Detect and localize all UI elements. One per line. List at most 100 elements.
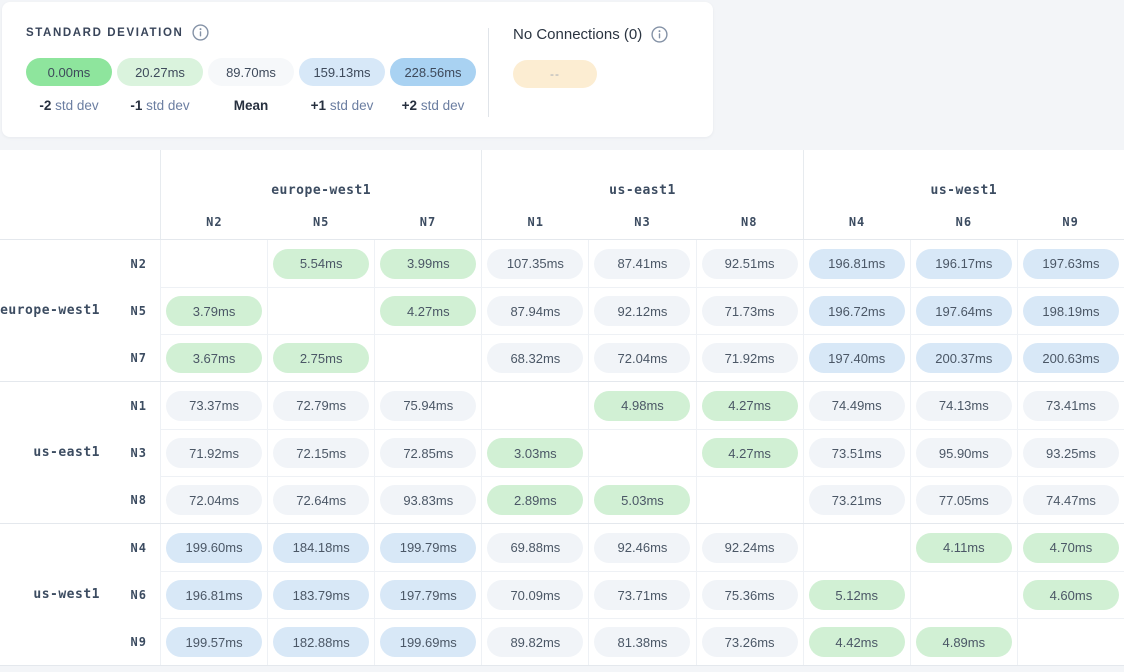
- latency-pill[interactable]: 198.19ms: [1023, 296, 1119, 326]
- latency-pill[interactable]: 73.71ms: [594, 580, 690, 610]
- latency-pill[interactable]: 196.72ms: [809, 296, 905, 326]
- latency-cell: 92.12ms: [588, 288, 695, 334]
- latency-pill[interactable]: 74.49ms: [809, 391, 905, 421]
- latency-pill[interactable]: 199.60ms: [166, 533, 262, 563]
- empty-cell: [588, 430, 695, 476]
- latency-pill[interactable]: 197.63ms: [1023, 249, 1119, 279]
- row-node-label-n1: N1: [100, 382, 160, 429]
- latency-cell: 71.73ms: [696, 288, 803, 334]
- latency-cell: 3.03ms: [481, 430, 588, 476]
- row-group-rows: N25.54ms3.99ms107.35ms87.41ms92.51ms196.…: [100, 240, 1124, 381]
- latency-pill[interactable]: 72.64ms: [273, 485, 369, 515]
- latency-pill[interactable]: 92.46ms: [594, 533, 690, 563]
- matrix-row-n1: N173.37ms 72.79ms 75.94ms 4.98ms 4.27ms 74.49…: [100, 382, 1124, 429]
- latency-pill[interactable]: 5.54ms: [273, 249, 369, 279]
- latency-cell: 182.88ms: [267, 619, 374, 665]
- row-cells: 3.67ms 2.75ms 68.32ms 72.04ms 71.92ms 197.40m…: [160, 334, 1124, 381]
- info-icon[interactable]: [651, 26, 668, 43]
- latency-pill[interactable]: 74.47ms: [1023, 485, 1119, 515]
- latency-pill[interactable]: 197.40ms: [809, 343, 905, 373]
- latency-pill[interactable]: 4.27ms: [702, 391, 798, 421]
- latency-pill[interactable]: 4.70ms: [1023, 533, 1119, 563]
- latency-pill[interactable]: 2.75ms: [273, 343, 369, 373]
- latency-cell: 197.79ms: [374, 572, 481, 618]
- latency-pill[interactable]: 4.89ms: [916, 627, 1012, 657]
- latency-pill[interactable]: 4.98ms: [594, 391, 690, 421]
- col-node-label-n3: N3: [589, 215, 696, 229]
- latency-pill[interactable]: 182.88ms: [273, 627, 369, 657]
- latency-cell: 72.64ms: [267, 477, 374, 523]
- latency-pill[interactable]: 93.25ms: [1023, 438, 1119, 468]
- latency-pill[interactable]: 3.03ms: [487, 438, 583, 468]
- latency-cell: 74.47ms: [1017, 477, 1124, 523]
- latency-pill[interactable]: 81.38ms: [594, 627, 690, 657]
- latency-cell: 200.63ms: [1017, 335, 1124, 381]
- latency-cell: 196.81ms: [160, 572, 267, 618]
- latency-pill[interactable]: 196.81ms: [809, 249, 905, 279]
- latency-pill[interactable]: 71.73ms: [702, 296, 798, 326]
- latency-pill[interactable]: 77.05ms: [916, 485, 1012, 515]
- latency-pill[interactable]: 4.60ms: [1023, 580, 1119, 610]
- latency-pill[interactable]: 199.69ms: [380, 627, 476, 657]
- latency-pill[interactable]: 5.03ms: [594, 485, 690, 515]
- latency-pill[interactable]: 184.18ms: [273, 533, 369, 563]
- latency-pill[interactable]: 200.37ms: [916, 343, 1012, 373]
- row-node-label-n4: N4: [100, 524, 160, 571]
- latency-pill[interactable]: 197.79ms: [380, 580, 476, 610]
- latency-pill[interactable]: 71.92ms: [166, 438, 262, 468]
- latency-pill[interactable]: 73.26ms: [702, 627, 798, 657]
- row-node-label-n8: N8: [100, 476, 160, 523]
- latency-pill[interactable]: 4.11ms: [916, 533, 1012, 563]
- latency-pill[interactable]: 72.15ms: [273, 438, 369, 468]
- latency-pill[interactable]: 87.41ms: [594, 249, 690, 279]
- latency-pill[interactable]: 92.51ms: [702, 249, 798, 279]
- latency-pill[interactable]: 197.64ms: [916, 296, 1012, 326]
- latency-pill[interactable]: 92.12ms: [594, 296, 690, 326]
- latency-pill[interactable]: 75.94ms: [380, 391, 476, 421]
- latency-pill[interactable]: 196.81ms: [166, 580, 262, 610]
- latency-pill[interactable]: 73.51ms: [809, 438, 905, 468]
- latency-pill[interactable]: 92.24ms: [702, 533, 798, 563]
- latency-pill[interactable]: 93.83ms: [380, 485, 476, 515]
- latency-pill[interactable]: 95.90ms: [916, 438, 1012, 468]
- latency-pill[interactable]: 73.41ms: [1023, 391, 1119, 421]
- latency-pill[interactable]: 72.79ms: [273, 391, 369, 421]
- latency-pill[interactable]: 75.36ms: [702, 580, 798, 610]
- latency-pill[interactable]: 70.09ms: [487, 580, 583, 610]
- latency-pill[interactable]: 72.04ms: [594, 343, 690, 373]
- latency-pill[interactable]: 68.32ms: [487, 343, 583, 373]
- latency-pill[interactable]: 107.35ms: [487, 249, 583, 279]
- row-region-label: us-west1: [0, 524, 100, 665]
- latency-pill[interactable]: 3.67ms: [166, 343, 262, 373]
- latency-pill[interactable]: 3.99ms: [380, 249, 476, 279]
- empty-cell: [481, 382, 588, 429]
- latency-pill[interactable]: 69.88ms: [487, 533, 583, 563]
- latency-pill[interactable]: 89.82ms: [487, 627, 583, 657]
- latency-pill[interactable]: 196.17ms: [916, 249, 1012, 279]
- info-icon[interactable]: [192, 24, 209, 41]
- empty-cell: [1017, 619, 1124, 665]
- row-group-rows: N4199.60ms 184.18ms 199.79ms 69.88ms 92.46ms…: [100, 524, 1124, 665]
- latency-pill[interactable]: 73.21ms: [809, 485, 905, 515]
- row-cells: 5.54ms 3.99ms 107.35ms 87.41ms 92.51ms 196.81…: [160, 240, 1124, 287]
- latency-pill[interactable]: 5.12ms: [809, 580, 905, 610]
- latency-pill[interactable]: 199.79ms: [380, 533, 476, 563]
- latency-cell: 199.69ms: [374, 619, 481, 665]
- latency-pill[interactable]: 4.27ms: [702, 438, 798, 468]
- latency-pill[interactable]: 74.13ms: [916, 391, 1012, 421]
- latency-pill[interactable]: 72.04ms: [166, 485, 262, 515]
- latency-pill[interactable]: 4.42ms: [809, 627, 905, 657]
- latency-pill[interactable]: 199.57ms: [166, 627, 262, 657]
- latency-pill[interactable]: 200.63ms: [1023, 343, 1119, 373]
- latency-pill[interactable]: 72.85ms: [380, 438, 476, 468]
- latency-pill[interactable]: 183.79ms: [273, 580, 369, 610]
- latency-cell: 4.11ms: [910, 524, 1017, 571]
- latency-pill[interactable]: 3.79ms: [166, 296, 262, 326]
- latency-cell: 71.92ms: [696, 335, 803, 381]
- latency-pill[interactable]: 71.92ms: [702, 343, 798, 373]
- latency-pill[interactable]: 2.89ms: [487, 485, 583, 515]
- latency-pill[interactable]: 87.94ms: [487, 296, 583, 326]
- latency-cell: 87.94ms: [481, 288, 588, 334]
- latency-pill[interactable]: 4.27ms: [380, 296, 476, 326]
- latency-pill[interactable]: 73.37ms: [166, 391, 262, 421]
